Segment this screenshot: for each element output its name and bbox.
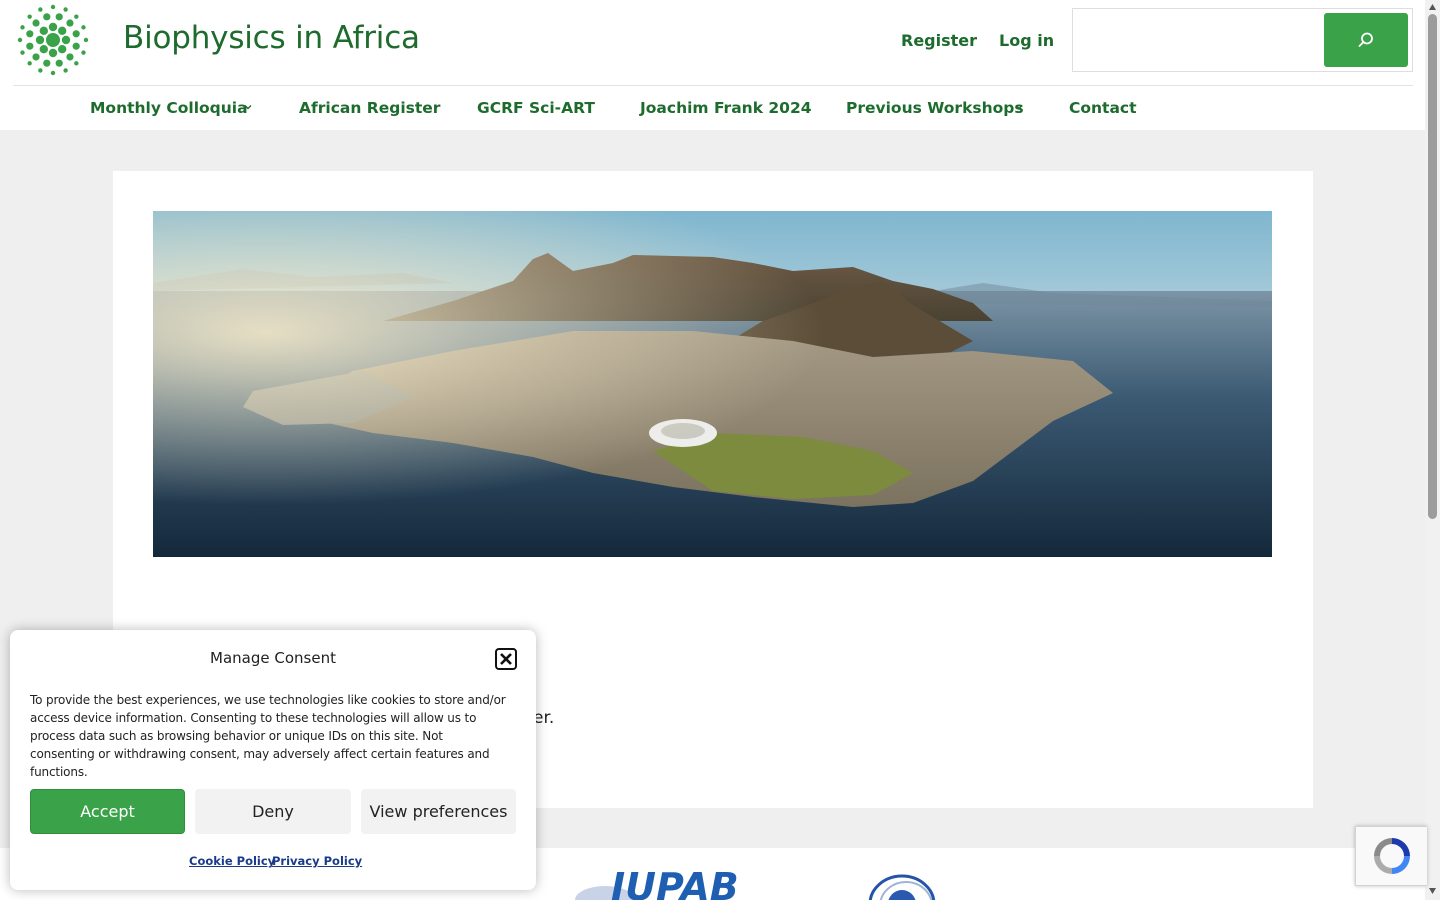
- chevron-down-icon[interactable]: [243, 102, 253, 112]
- scroll-up-arrow-icon[interactable]: [1428, 3, 1437, 11]
- nav-item-contact[interactable]: Contact: [1069, 99, 1137, 117]
- hero-image-cape-town: [153, 211, 1272, 557]
- search-form: [1072, 8, 1413, 72]
- logo-dot: [81, 25, 86, 30]
- nav-item-african-register[interactable]: African Register: [299, 99, 440, 117]
- nav-item-joachim-frank-2024[interactable]: Joachim Frank 2024: [640, 99, 812, 117]
- logo-dot: [17, 37, 23, 43]
- login-link[interactable]: Log in: [999, 31, 1054, 50]
- logo-dot: [74, 14, 79, 19]
- page-scrollbar[interactable]: [1425, 0, 1440, 900]
- view-preferences-button[interactable]: View preferences: [361, 789, 516, 834]
- logo-dot: [20, 25, 25, 30]
- search-input[interactable]: [1074, 10, 1324, 70]
- logo-dot: [48, 22, 58, 32]
- logo-dot: [63, 7, 68, 12]
- logo-dot: [43, 59, 51, 67]
- scrollbar-thumb[interactable]: [1428, 14, 1437, 519]
- search-icon: [1358, 32, 1373, 47]
- search-button[interactable]: [1324, 13, 1408, 67]
- globe-logo[interactable]: [862, 870, 942, 900]
- logo-dot: [55, 59, 63, 67]
- site-title[interactable]: Biophysics in Africa: [123, 20, 420, 56]
- consent-title: Manage Consent: [210, 649, 336, 667]
- recaptcha-icon: [1373, 838, 1410, 874]
- logo-dot: [27, 14, 32, 19]
- logo-dot: [66, 19, 74, 27]
- register-link[interactable]: Register: [901, 31, 977, 50]
- logo-dot: [83, 37, 89, 43]
- logo-dot: [39, 44, 49, 54]
- nav-item-previous-workshops[interactable]: Previous Workshops: [846, 99, 1024, 117]
- logo-dot: [81, 50, 86, 55]
- logo-dot: [38, 7, 43, 12]
- logo-dot: [74, 61, 79, 66]
- logo-dot: [61, 35, 71, 45]
- logo-dot: [46, 33, 60, 47]
- privacy-policy-link[interactable]: Privacy Policy: [272, 854, 362, 868]
- header-divider: [13, 85, 1413, 86]
- logo-dot: [72, 42, 80, 50]
- logo-dot: [48, 48, 58, 58]
- cookie-policy-link[interactable]: Cookie Policy: [189, 854, 275, 868]
- logo-dot: [39, 26, 49, 36]
- site-logo-icon[interactable]: [16, 0, 90, 80]
- logo-dot: [63, 68, 68, 73]
- logo-dot: [38, 68, 43, 73]
- logo-dot: [66, 53, 74, 61]
- close-icon[interactable]: [494, 647, 518, 671]
- logo-dot: [50, 70, 56, 76]
- nav-item-gcrf-sci-art[interactable]: GCRF Sci-ART: [477, 99, 595, 117]
- logo-dot: [50, 4, 56, 10]
- logo-dot: [43, 13, 51, 21]
- logo-dot: [27, 61, 32, 66]
- logo-dot: [26, 42, 34, 50]
- iupab-logo[interactable]: IUPAB: [575, 866, 760, 900]
- logo-dot: [32, 53, 40, 61]
- logo-dot: [20, 50, 25, 55]
- deny-button[interactable]: Deny: [195, 789, 351, 834]
- iupab-logo-text: IUPAB: [611, 866, 739, 900]
- nav-item-monthly-colloquia[interactable]: Monthly Colloquia: [90, 99, 248, 117]
- chevron-down-icon[interactable]: [1014, 102, 1024, 112]
- consent-message: To provide the best experiences, we use …: [30, 693, 506, 779]
- cookie-consent-dialog: Manage Consent To provide the best exper…: [10, 630, 536, 890]
- accept-button[interactable]: Accept: [30, 789, 185, 834]
- logo-dot: [26, 30, 34, 38]
- logo-dot: [55, 13, 63, 21]
- logo-dot: [35, 35, 45, 45]
- site-header: Biophysics in Africa Register Log in Mon…: [0, 0, 1425, 130]
- body-text-fragment: er.: [533, 708, 555, 728]
- recaptcha-badge[interactable]: [1355, 826, 1427, 886]
- logo-dot: [32, 19, 40, 27]
- logo-dot: [57, 44, 67, 54]
- logo-dot: [72, 30, 80, 38]
- scroll-down-arrow-icon[interactable]: [1428, 887, 1437, 895]
- logo-dot: [57, 26, 67, 36]
